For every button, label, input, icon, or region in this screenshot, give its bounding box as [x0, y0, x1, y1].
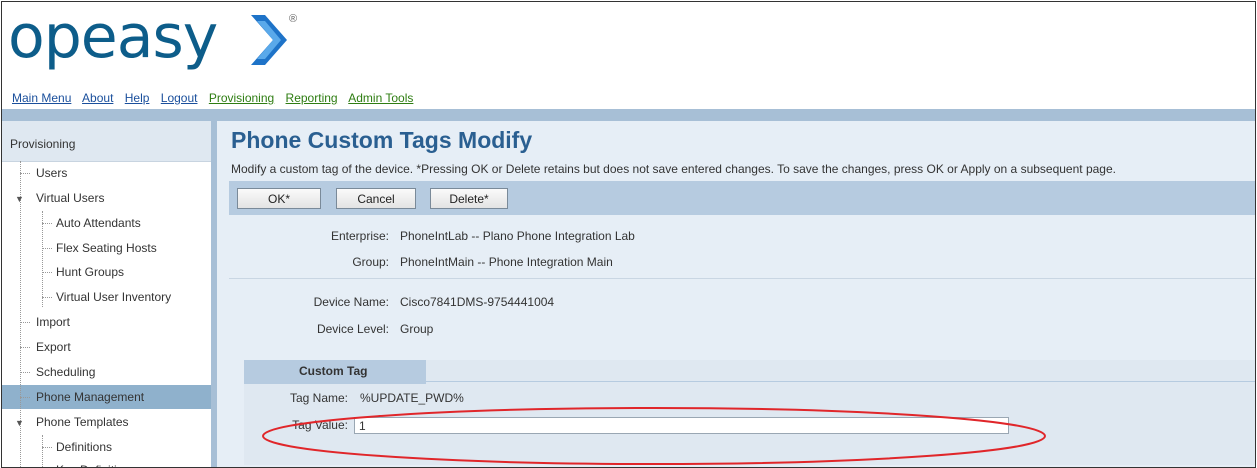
- nav-main-menu[interactable]: Main Menu: [12, 91, 71, 105]
- page-title: Phone Custom Tags Modify: [231, 127, 533, 153]
- sidebar-header-label: Provisioning: [10, 137, 76, 151]
- registered-mark: ®: [289, 13, 298, 25]
- sidebar-item-virtual-user-inventory[interactable]: Virtual User Inventory: [56, 285, 171, 309]
- nav-logout[interactable]: Logout: [161, 91, 198, 105]
- tree-connector: [20, 397, 30, 398]
- nav-reporting[interactable]: Reporting: [286, 91, 338, 105]
- sidebar-item-users[interactable]: Users: [36, 161, 67, 185]
- tree-line: [42, 435, 43, 467]
- device-name-label: Device Name:: [313, 295, 389, 309]
- sidebar-item-scheduling[interactable]: Scheduling: [36, 360, 95, 384]
- tree-connector: [20, 372, 30, 373]
- tree-connector: [42, 272, 52, 273]
- sidebar-item-phone-management[interactable]: Phone Management: [36, 385, 144, 409]
- nav-help[interactable]: Help: [125, 91, 150, 105]
- sidebar-item-virtual-users[interactable]: Virtual Users: [36, 186, 104, 210]
- sidebar: Provisioning ▼ ▼ Users Virtual Users Aut…: [2, 121, 217, 467]
- group-value: PhoneIntMain -- Phone Integration Main: [400, 255, 613, 269]
- tree-connector: [42, 297, 52, 298]
- custom-tag-tab: Custom Tag: [244, 360, 426, 384]
- enterprise-label: Enterprise:: [330, 229, 389, 243]
- nav-admin-tools[interactable]: Admin Tools: [348, 91, 413, 105]
- tree-connector: [20, 322, 30, 323]
- sidebar-item-flex-seating-hosts[interactable]: Flex Seating Hosts: [56, 236, 157, 260]
- page-description: Modify a custom tag of the device. *Pres…: [231, 162, 1116, 176]
- tree-connector: [42, 248, 52, 249]
- logo-text: opeasy: [8, 2, 218, 72]
- highlight-annotation-oval: [262, 407, 1046, 465]
- section-divider: [229, 278, 1255, 279]
- tree-connector: [42, 447, 52, 448]
- sidebar-header: Provisioning: [2, 121, 217, 162]
- button-bar: OK* Cancel Delete*: [229, 181, 1255, 215]
- sidebar-item-export[interactable]: Export: [36, 335, 71, 359]
- app-frame: opeasy ® Main Menu About Help Logout Pro…: [1, 1, 1256, 468]
- expand-triangle-icon[interactable]: ▼: [15, 194, 24, 204]
- tree-line: [42, 211, 43, 307]
- nav-provisioning[interactable]: Provisioning: [209, 91, 274, 105]
- sidebar-item-definitions[interactable]: Definitions: [56, 435, 112, 459]
- top-divider-bar: [2, 109, 1255, 121]
- enterprise-value: PhoneIntLab -- Plano Phone Integration L…: [400, 229, 635, 243]
- sidebar-item-import[interactable]: Import: [36, 310, 70, 334]
- tree-connector: [42, 223, 52, 224]
- group-label: Group:: [352, 255, 389, 269]
- nav-about[interactable]: About: [82, 91, 113, 105]
- tag-name-label: Tag Name:: [289, 391, 348, 405]
- delete-button[interactable]: Delete*: [430, 188, 508, 209]
- logo-chevron-icon: [251, 15, 287, 65]
- sidebar-item-phone-templates[interactable]: Phone Templates: [36, 410, 129, 434]
- sidebar-item-key-definitions[interactable]: Key Definitions: [56, 458, 136, 467]
- tree-connector: [20, 347, 30, 348]
- top-navigation: Main Menu About Help Logout Provisioning…: [12, 91, 421, 105]
- cancel-button[interactable]: Cancel: [336, 188, 416, 209]
- device-name-value: Cisco7841DMS-9754441004: [400, 295, 555, 309]
- device-level-value: Group: [400, 322, 434, 336]
- tag-name-value: %UPDATE_PWD%: [360, 391, 464, 405]
- ok-button[interactable]: OK*: [237, 188, 321, 209]
- device-level-label: Device Level:: [316, 322, 389, 336]
- sidebar-item-auto-attendants[interactable]: Auto Attendants: [56, 211, 141, 235]
- tab-strip-line: [426, 381, 1255, 382]
- tree-connector: [20, 173, 30, 174]
- expand-triangle-icon[interactable]: ▼: [15, 418, 24, 428]
- sidebar-item-hunt-groups[interactable]: Hunt Groups: [56, 260, 124, 284]
- custom-tag-tab-label: Custom Tag: [299, 364, 368, 378]
